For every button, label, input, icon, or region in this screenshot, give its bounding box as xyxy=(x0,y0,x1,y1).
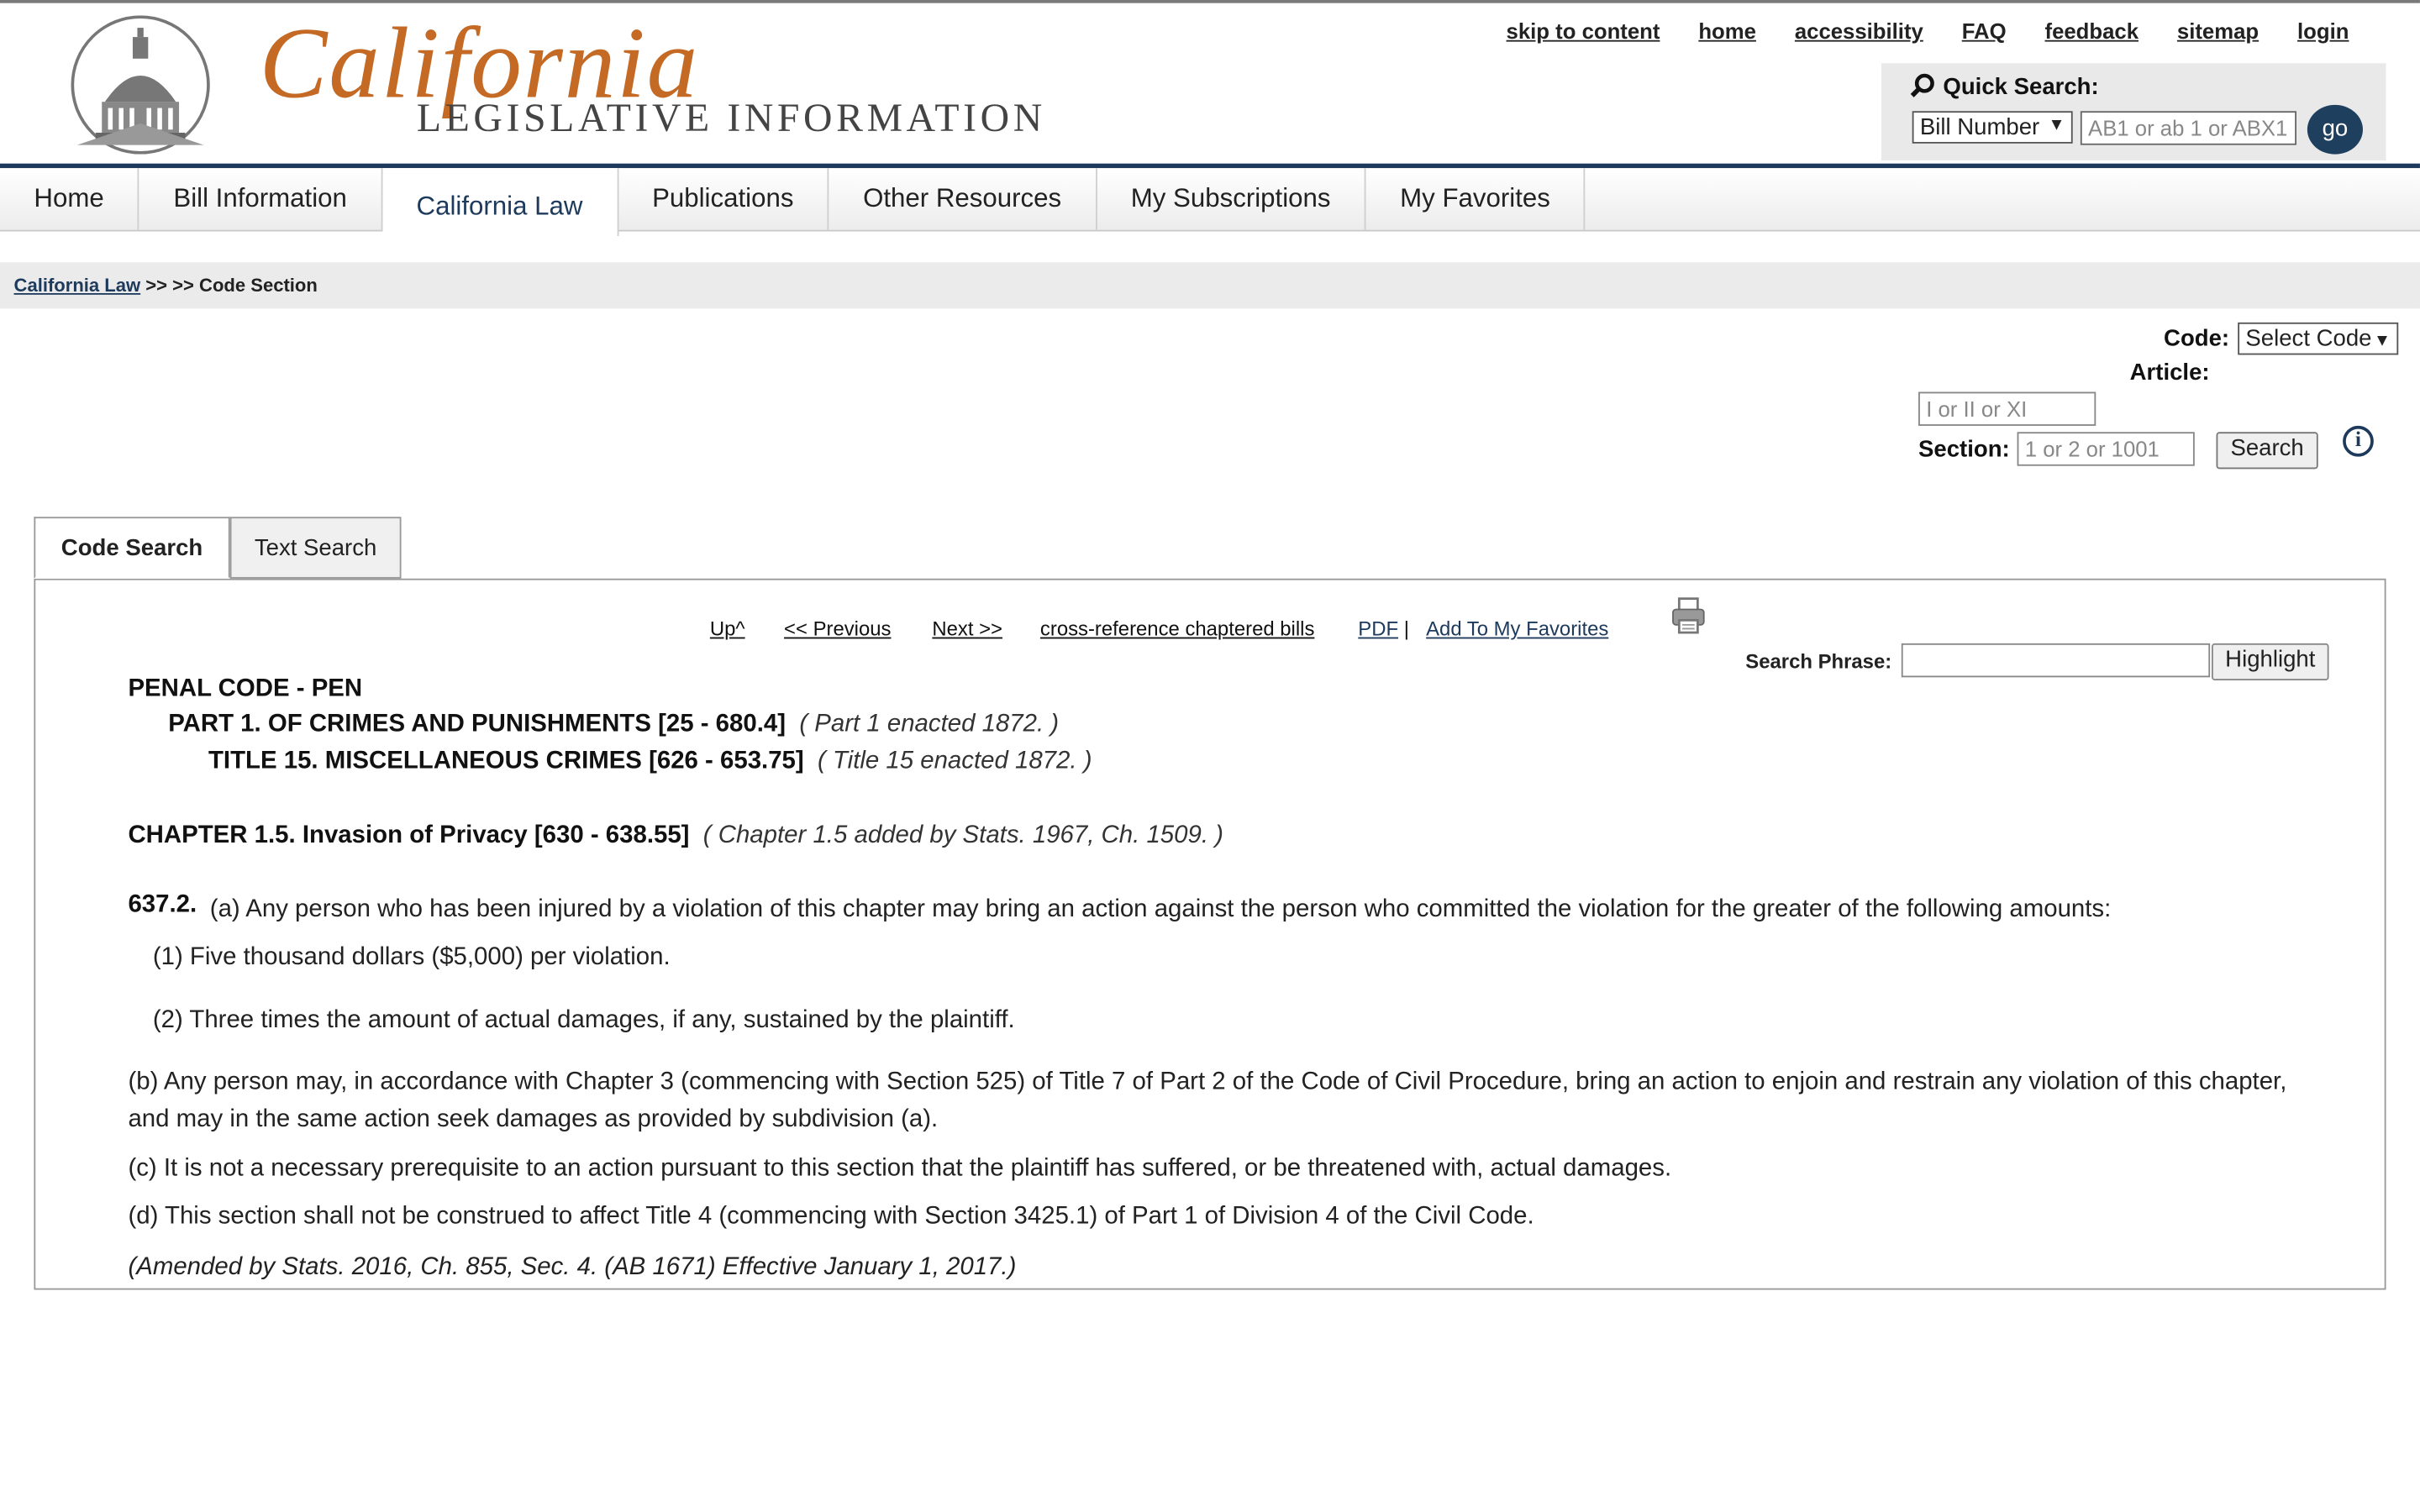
next-link[interactable]: Next >> xyxy=(932,617,1002,641)
chevron-down-icon: ▼ xyxy=(2374,331,2391,350)
paragraph-a: (a) Any person who has been injured by a… xyxy=(209,896,2112,923)
paragraph-d: (d) This section shall not be construed … xyxy=(128,1203,1534,1230)
chevron-down-icon: ▼ xyxy=(2048,115,2065,134)
paragraph-c: (c) It is not a necessary prerequisite t… xyxy=(128,1155,1672,1182)
bill-type-select[interactable]: Bill Number ▼ xyxy=(1912,111,2073,144)
login-link[interactable]: login xyxy=(2297,18,2349,43)
title-note: ( Title 15 enacted 1872. ) xyxy=(818,748,1092,775)
code-heading: PENAL CODE - PEN xyxy=(128,675,363,702)
home-link[interactable]: home xyxy=(1698,18,1756,43)
faq-link[interactable]: FAQ xyxy=(1962,18,2007,43)
breadcrumb: California Law >> >> Code Section xyxy=(0,262,2420,309)
quick-search-title: Quick Search: xyxy=(1909,72,2099,100)
article-input[interactable]: I or II or XI xyxy=(1918,391,2096,426)
cross-ref-wrap: cross-reference chaptered bills xyxy=(1040,617,1314,641)
favorites-wrap: Add To My Favorites xyxy=(1426,617,1608,641)
accessibility-link[interactable]: accessibility xyxy=(1795,18,1923,43)
magnifier-icon xyxy=(1910,73,1934,97)
paragraph-b-line1: (b) Any person may, in accordance with C… xyxy=(128,1068,2287,1096)
article-label: Article: xyxy=(2129,359,2210,386)
feedback-link[interactable]: feedback xyxy=(2045,18,2139,43)
previous-link-wrap: << Previous xyxy=(784,617,891,641)
breadcrumb-california-law-link[interactable]: California Law xyxy=(14,275,141,297)
search-button[interactable]: Search xyxy=(2216,432,2318,470)
code-label: Code: xyxy=(2164,325,2230,352)
chapter-note: ( Chapter 1.5 added by Stats. 1967, Ch. … xyxy=(702,822,1223,849)
section-input[interactable]: 1 or 2 or 1001 xyxy=(2017,432,2195,466)
up-link[interactable]: Up^ xyxy=(710,617,745,641)
paragraph-a2: (2) Three times the amount of actual dam… xyxy=(152,1007,1015,1034)
pdf-link[interactable]: PDF xyxy=(1358,617,1398,641)
top-border xyxy=(0,0,2420,3)
nav-my-subscriptions[interactable]: My Subscriptions xyxy=(1097,168,1366,230)
nav-other-resources[interactable]: Other Resources xyxy=(829,168,1097,230)
section-number: 637.2. xyxy=(128,891,197,918)
sitemap-link[interactable]: sitemap xyxy=(2177,18,2259,43)
nav-california-law[interactable]: California Law xyxy=(382,168,618,237)
code-select-value: Select Code xyxy=(2245,325,2372,352)
skip-to-content-link[interactable]: skip to content xyxy=(1507,18,1660,43)
chapter-title: CHAPTER 1.5. Invasion of Privacy [630 - … xyxy=(128,822,690,849)
section-label: Section: xyxy=(1918,436,2010,464)
search-phrase-input[interactable] xyxy=(1901,643,2211,678)
add-to-favorites-link[interactable]: Add To My Favorites xyxy=(1426,617,1608,641)
printer-icon[interactable] xyxy=(1670,597,1707,634)
logo-subtitle: LEGISLATIVE INFORMATION xyxy=(416,95,1046,141)
nav-bill-information[interactable]: Bill Information xyxy=(139,168,383,230)
history-note: (Amended by Stats. 2016, Ch. 855, Sec. 4… xyxy=(128,1254,1017,1281)
utility-links: skip to content home accessibility FAQ f… xyxy=(1507,18,2349,43)
part-note: ( Part 1 enacted 1872. ) xyxy=(799,711,1060,738)
breadcrumb-current: >> >> Code Section xyxy=(140,274,318,297)
highlight-button[interactable]: Highlight xyxy=(2211,643,2329,680)
title-title: TITLE 15. MISCELLANEOUS CRIMES [626 - 65… xyxy=(208,748,804,775)
nav-my-favorites[interactable]: My Favorites xyxy=(1366,168,1586,230)
search-phrase-label: Search Phrase: xyxy=(1745,649,1892,673)
nav-publications[interactable]: Publications xyxy=(618,168,829,230)
go-button[interactable]: go xyxy=(2307,104,2363,155)
code-select[interactable]: Select Code ▼ xyxy=(2238,322,2399,355)
tab-text-search[interactable]: Text Search xyxy=(229,517,402,579)
previous-link[interactable]: << Previous xyxy=(784,617,891,641)
info-icon[interactable]: i xyxy=(2343,425,2374,457)
pdf-wrap: PDF | xyxy=(1358,617,1409,641)
next-link-wrap: Next >> xyxy=(932,617,1002,641)
main-nav: Home Bill Information California Law Pub… xyxy=(0,168,2420,237)
capitol-dome-logo-icon[interactable] xyxy=(68,15,213,155)
toolbar-separator: | xyxy=(1403,617,1409,641)
title-heading: TITLE 15. MISCELLANEOUS CRIMES [626 - 65… xyxy=(208,748,1092,776)
chapter-heading: CHAPTER 1.5. Invasion of Privacy [630 - … xyxy=(128,822,1223,850)
bill-number-input[interactable]: AB1 or ab 1 or ABX1 xyxy=(2080,111,2297,145)
nav-home[interactable]: Home xyxy=(0,168,139,230)
up-link-wrap: Up^ xyxy=(710,617,745,641)
paragraph-a1: (1) Five thousand dollars ($5,000) per v… xyxy=(152,944,671,971)
part-heading: PART 1. OF CRIMES AND PUNISHMENTS [25 - … xyxy=(168,711,1059,739)
paragraph-b-line2: and may in the same action seek damages … xyxy=(128,1105,939,1133)
part-title: PART 1. OF CRIMES AND PUNISHMENTS [25 - … xyxy=(168,711,786,738)
bill-type-selected: Bill Number xyxy=(1919,113,2040,141)
tab-code-search[interactable]: Code Search xyxy=(34,517,230,579)
quick-search-panel: Quick Search: Bill Number ▼ AB1 or ab 1 … xyxy=(1881,63,2386,161)
cross-reference-link[interactable]: cross-reference chaptered bills xyxy=(1040,617,1314,641)
quick-search-label: Quick Search: xyxy=(1943,73,2099,100)
